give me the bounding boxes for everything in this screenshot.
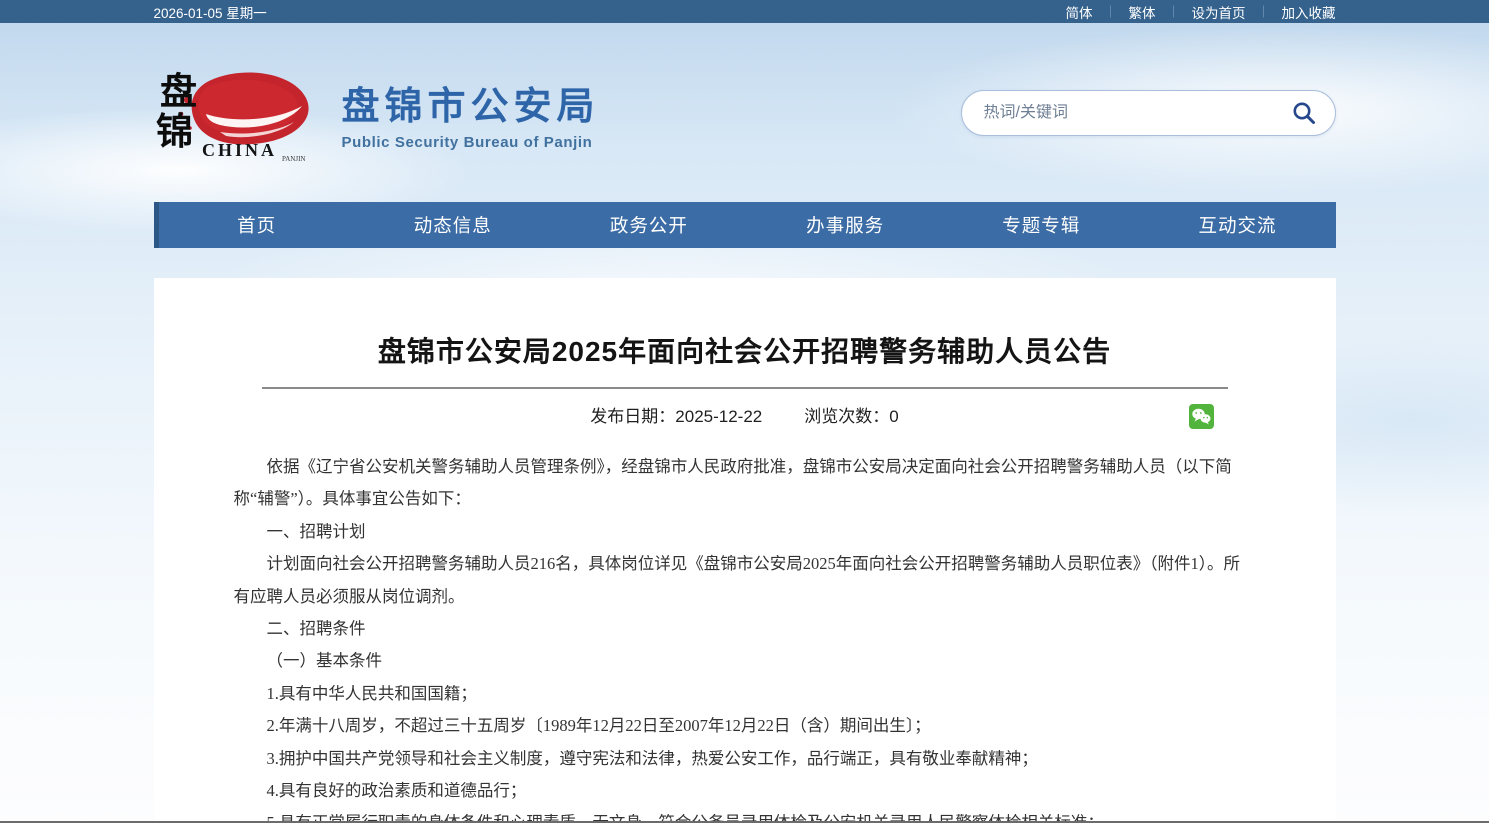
paragraph: 1.具有中华人民共和国国籍； <box>234 678 1256 710</box>
publish-date-label: 发布日期： <box>590 407 675 426</box>
separator: ｜ <box>1257 3 1269 20</box>
paragraph: 依据《辽宁省公安机关警务辅助人员管理条例》，经盘锦市人民政府批准，盘锦市公安局决… <box>234 451 1256 516</box>
date-display: 2026-01-05 星期一 <box>154 2 267 22</box>
title-divider <box>262 387 1228 389</box>
nav-item-special-topics[interactable]: 专题专辑 <box>943 202 1139 248</box>
logo-emblem-icon: 盘 锦 CHINA PANJIN <box>154 62 334 164</box>
paragraph: 计划面向社会公开招聘警务辅助人员216名，具体岗位详见《盘锦市公安局2025年面… <box>234 548 1256 613</box>
paragraph: 一、招聘计划 <box>234 516 1256 548</box>
publish-date-value: 2025-12-22 <box>675 407 762 426</box>
site-name: 盘锦市公安局 <box>342 75 600 130</box>
topbar: 2026-01-05 星期一 简体 ｜ 繁体 ｜ 设为首页 ｜ 加入收藏 <box>0 0 1489 23</box>
site-name-english: Public Security Bureau of Panjin <box>342 134 600 151</box>
nav-item-services[interactable]: 办事服务 <box>747 202 943 248</box>
article-title: 盘锦市公安局2025年面向社会公开招聘警务辅助人员公告 <box>234 332 1256 372</box>
nav-item-news[interactable]: 动态信息 <box>355 202 551 248</box>
nav-item-home[interactable]: 首页 <box>159 202 355 248</box>
link-simplified-chinese[interactable]: 简体 <box>1065 2 1092 22</box>
content-panel: 盘锦市公安局2025年面向社会公开招聘警务辅助人员公告 发布日期：2025-12… <box>154 278 1336 823</box>
main-nav: 首页 动态信息 政务公开 办事服务 专题专辑 互动交流 <box>154 202 1336 248</box>
link-set-homepage[interactable]: 设为首页 <box>1191 2 1245 22</box>
paragraph: 4.具有良好的政治素质和道德品行； <box>234 775 1256 807</box>
paragraph: （一）基本条件 <box>234 645 1256 677</box>
nav-item-interaction[interactable]: 互动交流 <box>1139 202 1335 248</box>
paragraph: 二、招聘条件 <box>234 613 1256 645</box>
svg-text:盘: 盘 <box>160 71 197 113</box>
wechat-share-icon[interactable] <box>1189 404 1214 429</box>
views-label: 浏览次数： <box>804 407 889 426</box>
search-icon <box>1291 100 1317 126</box>
link-add-favorite[interactable]: 加入收藏 <box>1282 2 1336 22</box>
svg-text:锦: 锦 <box>156 111 193 153</box>
nav-item-gov-disclosure[interactable]: 政务公开 <box>551 202 747 248</box>
topbar-links: 简体 ｜ 繁体 ｜ 设为首页 ｜ 加入收藏 <box>1065 2 1335 22</box>
svg-text:PANJIN: PANJIN <box>282 155 305 163</box>
search-input[interactable] <box>984 104 1291 122</box>
svg-text:CHINA: CHINA <box>202 140 277 160</box>
search-box <box>961 90 1336 136</box>
paragraph: 2.年满十八周岁，不超过三十五周岁〔1989年12月22日至2007年12月22… <box>234 710 1256 742</box>
separator: ｜ <box>1167 3 1179 20</box>
article-body: 依据《辽宁省公安机关警务辅助人员管理条例》，经盘锦市人民政府批准，盘锦市公安局决… <box>234 451 1256 823</box>
site-logo[interactable]: 盘 锦 CHINA PANJIN 盘锦市公安局 Public Security … <box>154 62 600 164</box>
paragraph: 3.拥护中国共产党领导和社会主义制度，遵守宪法和法律，热爱公安工作，品行端正，具… <box>234 743 1256 775</box>
search-button[interactable] <box>1291 100 1317 126</box>
site-header: 盘 锦 CHINA PANJIN 盘锦市公安局 Public Security … <box>154 23 1336 202</box>
separator: ｜ <box>1104 3 1116 20</box>
link-traditional-chinese[interactable]: 繁体 <box>1128 2 1155 22</box>
article-meta: 发布日期：2025-12-22 浏览次数：0 <box>234 404 1256 430</box>
views-value: 0 <box>889 407 898 426</box>
